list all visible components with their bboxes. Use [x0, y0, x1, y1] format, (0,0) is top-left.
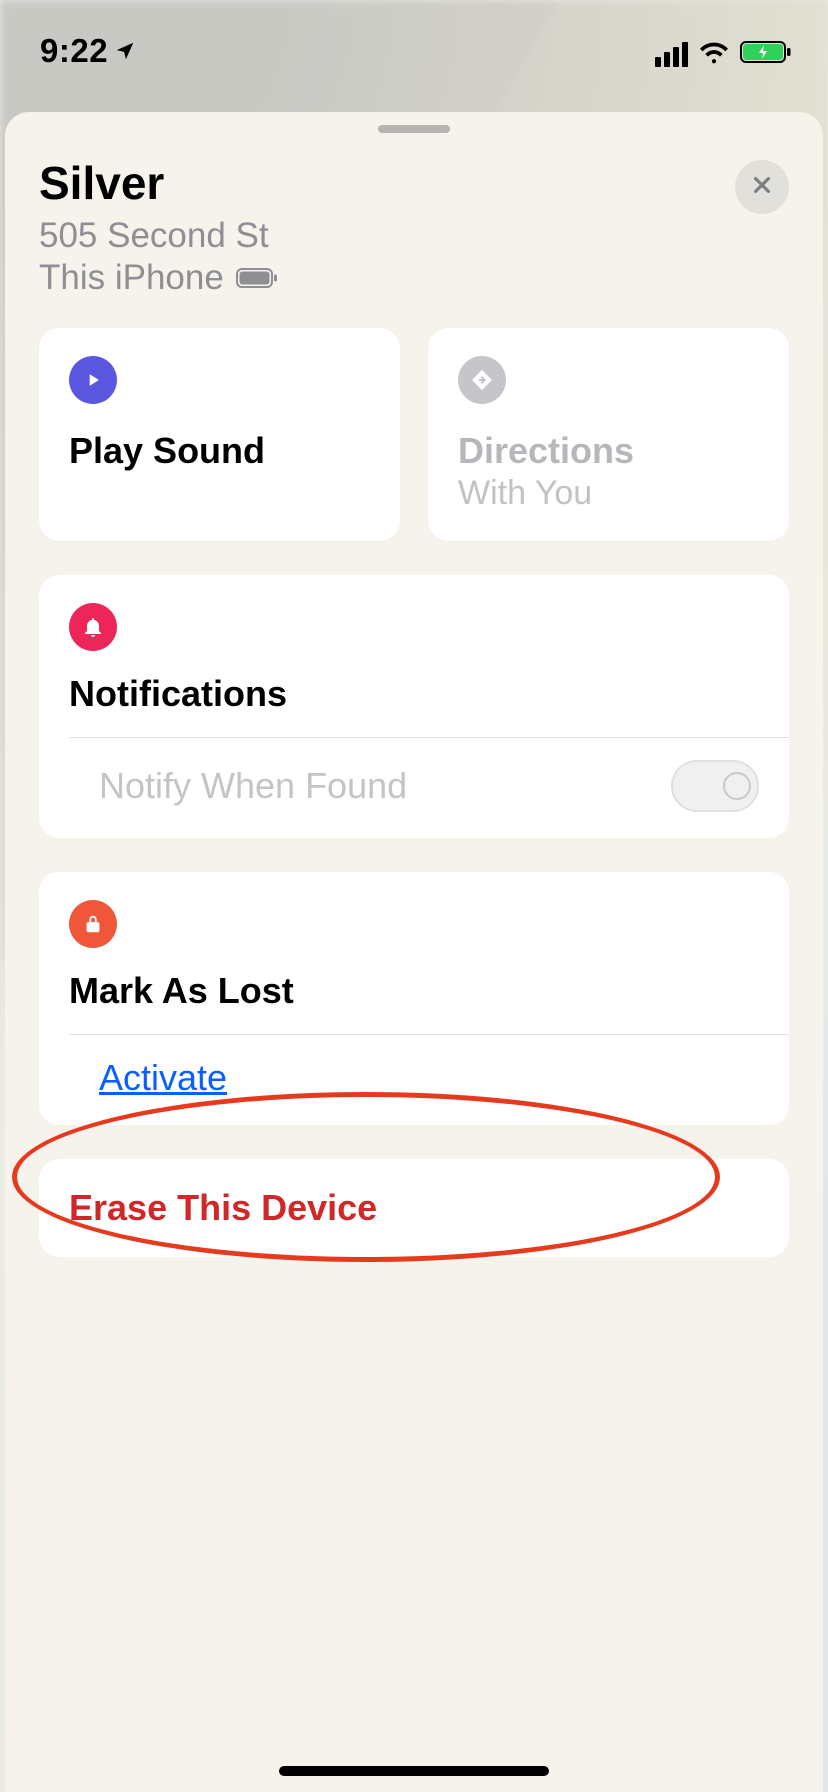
device-sheet: Silver 505 Second St This iPhone [5, 112, 823, 1792]
directions-card: Directions With You [428, 328, 789, 541]
sheet-handle[interactable] [378, 125, 450, 133]
mark-as-lost-section: Mark As Lost Activate [39, 872, 789, 1125]
notifications-section: Notifications Notify When Found [39, 575, 789, 838]
home-indicator[interactable] [279, 1766, 549, 1776]
play-sound-card[interactable]: Play Sound [39, 328, 400, 541]
mark-as-lost-title: Mark As Lost [69, 970, 759, 1012]
this-iphone-label: This iPhone [39, 258, 224, 298]
status-bar: 9:22 [0, 0, 828, 76]
battery-charging-icon [740, 39, 792, 70]
device-address: 505 Second St [39, 216, 735, 256]
bell-icon [69, 603, 117, 651]
directions-label: Directions [458, 430, 759, 472]
close-icon [751, 170, 773, 204]
activate-link[interactable]: Activate [99, 1057, 759, 1099]
play-icon [69, 356, 117, 404]
location-icon [114, 32, 136, 70]
battery-icon [236, 267, 278, 289]
directions-sublabel: With You [458, 474, 759, 513]
erase-device-label: Erase This Device [69, 1187, 759, 1229]
sheet-header: Silver 505 Second St This iPhone [5, 136, 823, 318]
wifi-icon [698, 40, 730, 69]
device-name: Silver [39, 156, 735, 210]
cellular-icon [655, 42, 688, 67]
play-sound-label: Play Sound [69, 430, 370, 472]
directions-icon [458, 356, 506, 404]
erase-device-card[interactable]: Erase This Device [39, 1159, 789, 1257]
lock-icon [69, 900, 117, 948]
notify-when-found-toggle [671, 760, 759, 812]
notifications-title: Notifications [69, 673, 759, 715]
notify-when-found-label: Notify When Found [99, 765, 671, 807]
status-time: 9:22 [40, 32, 108, 70]
close-button[interactable] [735, 160, 789, 214]
